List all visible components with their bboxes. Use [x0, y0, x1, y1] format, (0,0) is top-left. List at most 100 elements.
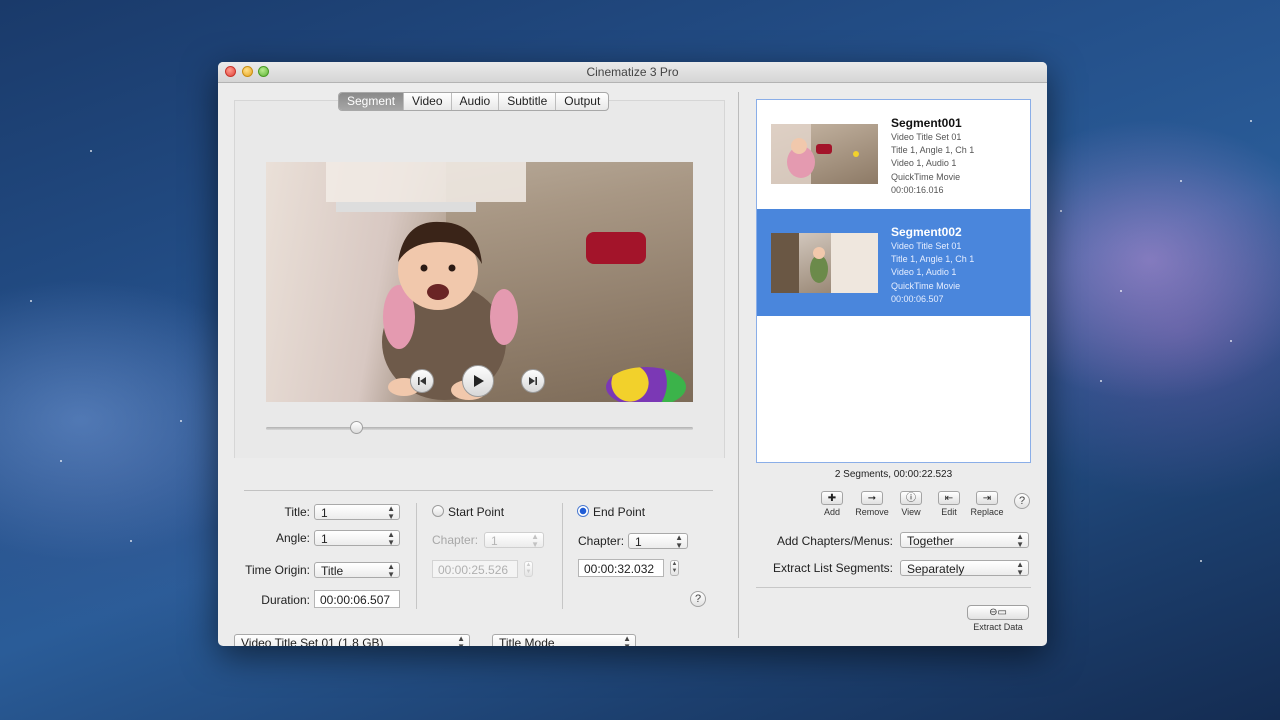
tab-video[interactable]: Video — [404, 93, 452, 110]
mode-popup[interactable]: Title Mode ▲▼ — [492, 634, 636, 646]
playback-controls — [410, 365, 550, 397]
duration-label: Duration: — [261, 593, 310, 607]
add-chapters-value: Together — [907, 534, 954, 548]
segment-detail: Video Title Set 01 — [891, 241, 962, 251]
mode-value: Title Mode — [499, 636, 555, 646]
replace-button[interactable]: ⇥ Replace — [968, 491, 1006, 517]
title-label: Title: — [284, 505, 310, 519]
time-origin-popup[interactable]: Title ▲ ▼ — [314, 562, 400, 579]
tab-subtitle[interactable]: Subtitle — [499, 93, 557, 110]
add-label: Add — [823, 507, 840, 517]
end-point-label: End Point — [593, 505, 646, 519]
title-popup[interactable]: 1 ▲ ▼ — [314, 504, 400, 521]
add-chapters-label: Add Chapters/Menus: — [776, 534, 893, 548]
segment-item[interactable]: Segment001 Video Title Set 01 Title 1, A… — [757, 100, 1030, 207]
playback-slider-thumb[interactable] — [349, 421, 363, 434]
segment-name: Segment002 — [891, 225, 962, 239]
replace-icon: ⇥ — [976, 491, 998, 505]
extract-icon: ⊖▭ — [967, 605, 1029, 620]
skip-back-icon — [418, 377, 426, 385]
segments-summary: 2 Segments, 00:00:22.523 — [834, 469, 953, 480]
next-button[interactable] — [521, 369, 545, 393]
end-chapter-label: Chapter: — [578, 534, 625, 548]
column-divider — [562, 503, 563, 609]
duration-field[interactable]: 00:00:06.507 — [314, 590, 400, 608]
popup-arrows-icon: ▲▼ — [387, 530, 395, 547]
plus-icon: ✚ — [821, 491, 843, 505]
start-chapter-popup[interactable]: 1 ▲ ▼ — [484, 532, 544, 549]
add-chapters-popup[interactable]: Together ▲ ▼ — [900, 532, 1029, 549]
window-title: Cinematize 3 Pro — [586, 65, 679, 79]
extract-list-popup[interactable]: Separately ▲ ▼ — [900, 560, 1029, 577]
play-icon — [474, 375, 484, 387]
title-set-popup[interactable]: Video Title Set 01 (1.8 GB) ▲▼ — [234, 634, 470, 646]
remove-button[interactable]: ➞ Remove — [853, 491, 891, 517]
segment-detail: Video 1, Audio 1 — [891, 158, 957, 168]
end-point-radio[interactable] — [577, 505, 589, 517]
popup-arrows-icon: ▲▼ — [675, 533, 683, 550]
segment-detail: Title 1, Angle 1, Ch 1 — [891, 145, 975, 155]
extract-data-button[interactable]: ⊖▭ Extract Data — [967, 605, 1029, 632]
end-chapter-popup[interactable]: 1 ▲ ▼ — [628, 533, 688, 550]
play-button[interactable] — [462, 365, 494, 397]
info-icon: ⓘ — [900, 491, 922, 505]
preview-panel — [234, 100, 725, 458]
end-time-field[interactable]: 00:00:32.032 — [578, 559, 664, 577]
skip-forward-icon — [529, 377, 537, 385]
start-chapter-label: Chapter: — [432, 533, 479, 547]
edit-button[interactable]: ⇤ Edit — [930, 491, 968, 517]
popup-arrows-icon: ▲▼ — [1016, 560, 1024, 577]
segment-duration: 00:00:16.016 — [891, 185, 944, 195]
previous-button[interactable] — [410, 369, 434, 393]
end-time-stepper[interactable]: ▲ ▼ — [670, 560, 679, 576]
extract-list-value: Separately — [907, 562, 965, 576]
start-chapter-value: 1 — [491, 534, 498, 548]
help-button[interactable]: ? — [690, 591, 706, 607]
tab-output[interactable]: Output — [556, 93, 608, 110]
segment-duration: 00:00:06.507 — [891, 294, 944, 304]
left-pane: Segment Video Audio Subtitle Output Titl… — [234, 90, 725, 646]
popup-arrows-icon: ▲▼ — [531, 532, 539, 549]
popup-arrows-icon: ▲▼ — [457, 634, 465, 647]
segment-item-selected[interactable]: Segment002 Video Title Set 01 Title 1, A… — [757, 209, 1030, 316]
title-bar[interactable]: Cinematize 3 Pro — [218, 62, 1047, 83]
start-time-stepper[interactable]: ▲ ▼ — [524, 561, 533, 577]
edit-icon: ⇤ — [938, 491, 960, 505]
app-window: Cinematize 3 Pro Segment Video Audio Sub… — [218, 62, 1047, 646]
segment-name: Segment001 — [891, 116, 962, 130]
start-time-field[interactable]: 00:00:25.526 — [432, 560, 518, 578]
segment-properties: Title: 1 ▲ ▼ Angle: 1 ▲ ▼ Time Origin: Title… — [244, 490, 713, 611]
toolbar-help-button[interactable]: ? — [1014, 493, 1030, 509]
extract-data-label: Extract Data — [973, 622, 1023, 632]
segment-detail: Title 1, Angle 1, Ch 1 — [891, 254, 975, 264]
remove-label: Remove — [855, 507, 889, 517]
edit-label: Edit — [941, 507, 957, 517]
popup-arrows-icon: ▲▼ — [387, 562, 395, 579]
angle-label: Angle: — [275, 531, 310, 545]
segment-detail: QuickTime Movie — [891, 281, 961, 291]
pane-divider[interactable] — [738, 92, 739, 638]
tab-audio[interactable]: Audio — [452, 93, 500, 110]
view-button[interactable]: ⓘ View — [892, 491, 930, 517]
start-point-radio[interactable] — [432, 505, 444, 517]
time-origin-popup-value: Title — [321, 564, 344, 578]
segment-thumbnail — [771, 233, 878, 293]
add-button[interactable]: ✚ Add — [813, 491, 851, 517]
replace-label: Replace — [970, 507, 1004, 517]
end-chapter-value: 1 — [635, 535, 642, 549]
column-divider — [416, 503, 417, 609]
playback-slider-track[interactable] — [266, 427, 693, 430]
view-label: View — [901, 507, 921, 517]
angle-popup[interactable]: 1 ▲ ▼ — [314, 530, 400, 547]
title-set-value: Video Title Set 01 (1.8 GB) — [241, 636, 384, 646]
segment-list[interactable]: Segment001 Video Title Set 01 Title 1, A… — [756, 99, 1031, 463]
popup-arrows-icon: ▲▼ — [1016, 532, 1024, 549]
popup-arrows-icon: ▲▼ — [623, 634, 631, 647]
right-separator — [756, 587, 1031, 588]
angle-popup-value: 1 — [321, 532, 328, 546]
tab-segment[interactable]: Segment — [339, 93, 405, 110]
time-origin-label: Time Origin: — [245, 563, 310, 577]
segment-detail: QuickTime Movie — [891, 172, 961, 182]
title-popup-value: 1 — [321, 506, 328, 520]
segment-detail: Video 1, Audio 1 — [891, 267, 957, 277]
